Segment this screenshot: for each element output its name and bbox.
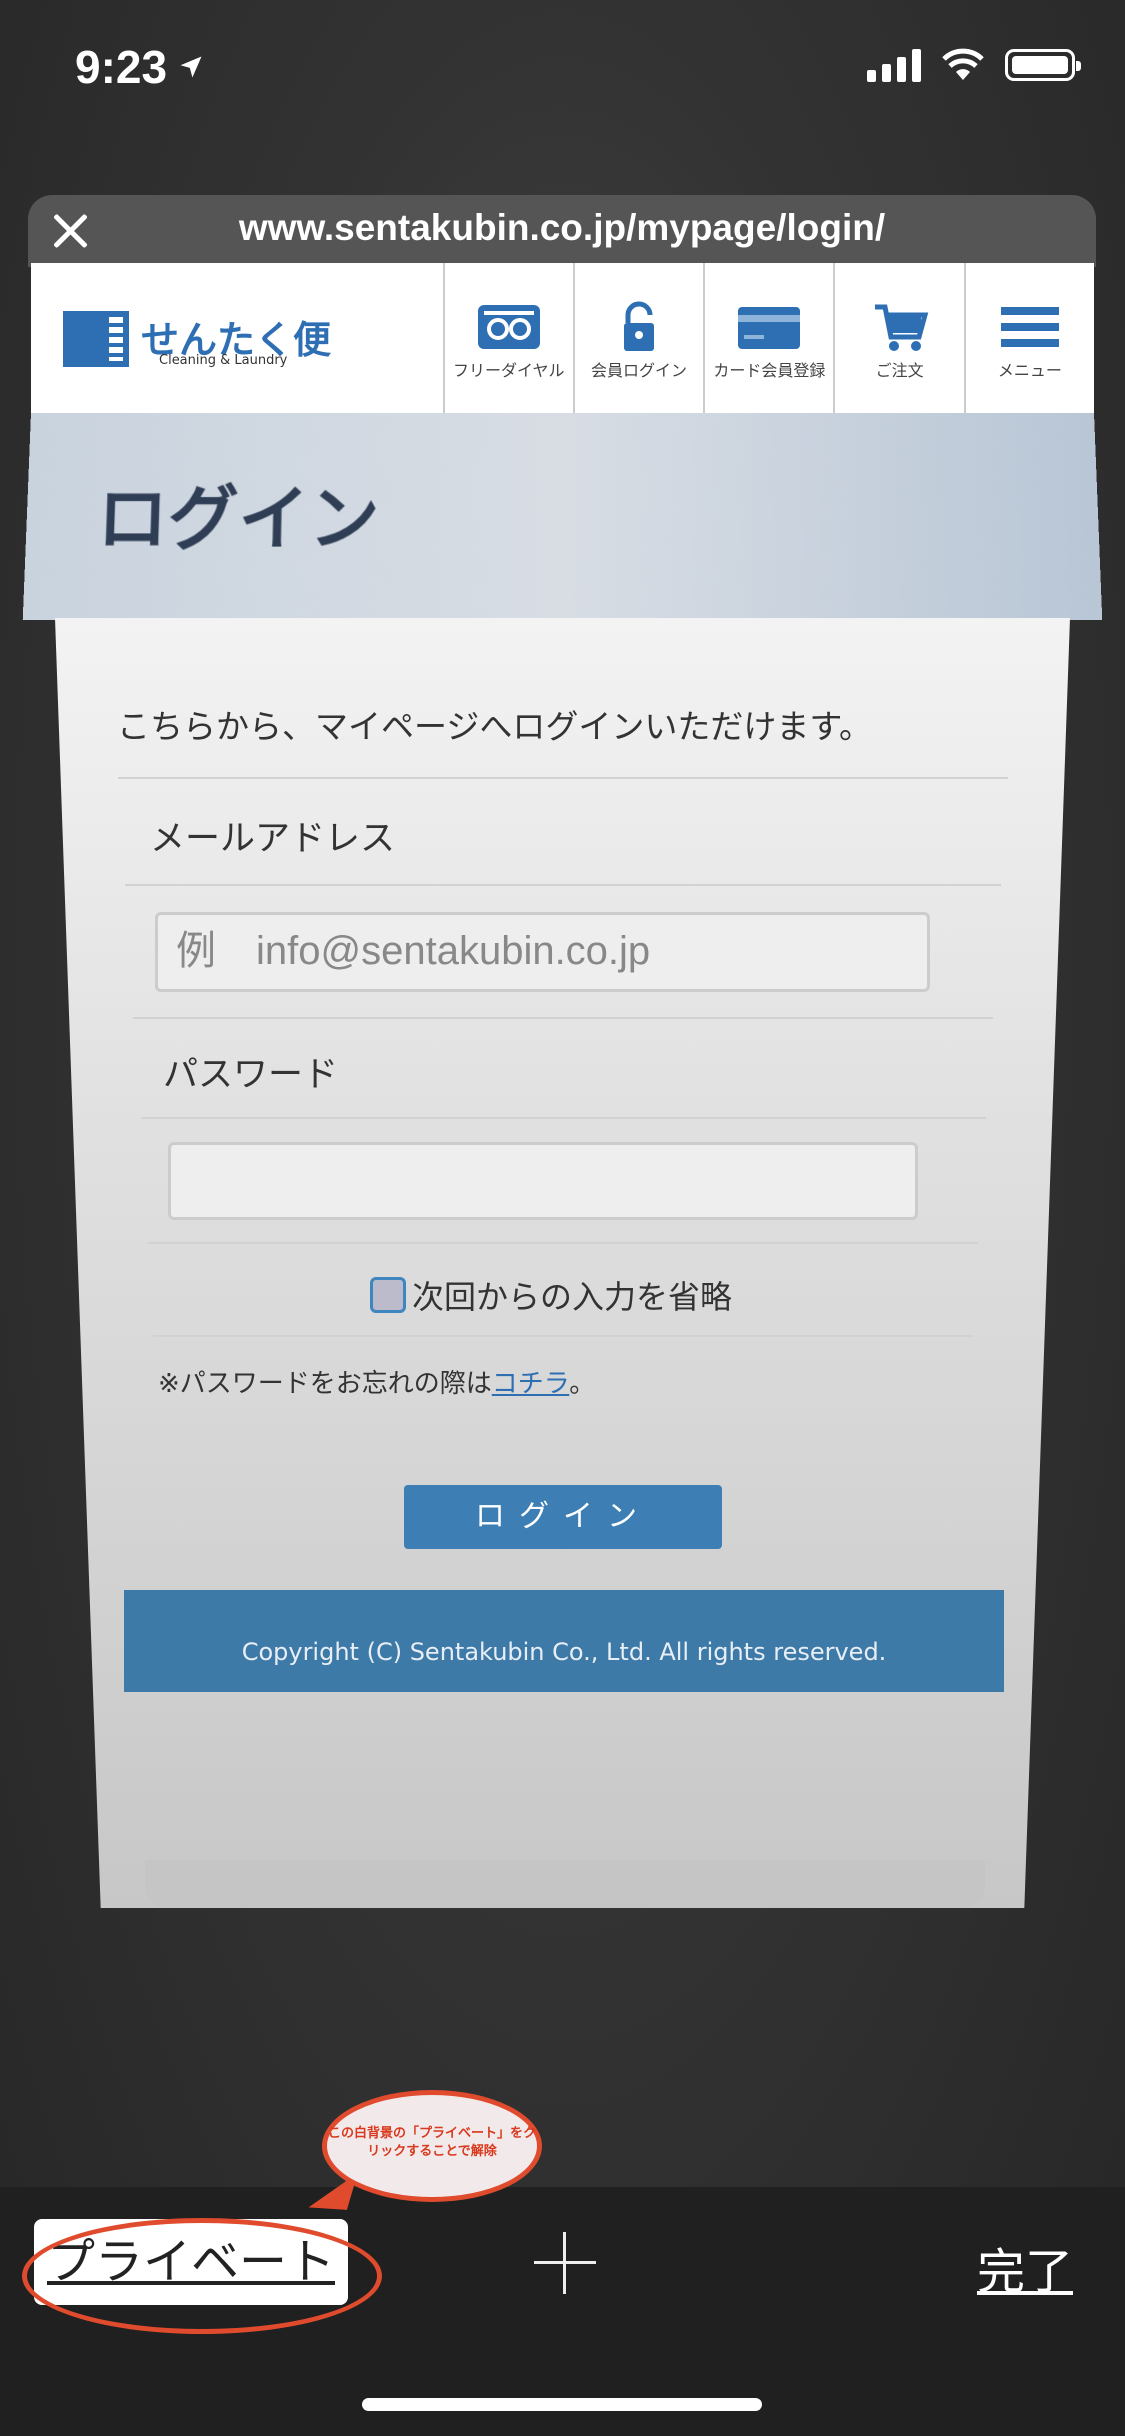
annotation-oval <box>22 2218 382 2334</box>
remember-checkbox[interactable] <box>370 1277 406 1313</box>
battery-icon <box>1005 49 1081 81</box>
remember-row[interactable]: 次回からの入力を省略 <box>370 1272 732 1318</box>
tab-card-titlebar[interactable]: www.sentakubin.co.jp/mypage/login/ <box>28 195 1096 267</box>
lock-icon <box>624 301 655 351</box>
credit-card-icon <box>738 307 801 349</box>
nav-free-dial[interactable]: フリーダイヤル <box>442 263 573 413</box>
forgot-password-text: ※パスワードをお忘れの際はコチラ。 <box>158 1363 595 1400</box>
logo-subtitle: Cleaning & Laundry <box>159 353 288 368</box>
panel-bottom <box>145 1860 985 1908</box>
nav-label: メニュー <box>997 361 1062 380</box>
password-field[interactable] <box>168 1142 918 1220</box>
nav-label: 会員ログイン <box>591 361 688 380</box>
hero-banner: ログイン <box>22 413 1103 621</box>
login-button[interactable]: ログイン <box>404 1485 722 1549</box>
wifi-icon <box>942 48 984 80</box>
divider <box>141 1117 986 1119</box>
divider <box>133 1017 993 1019</box>
nav-order[interactable]: ご注文 <box>833 263 963 413</box>
password-label: パスワード <box>163 1055 339 1095</box>
forgot-prefix: ※パスワードをお忘れの際は <box>158 1369 492 1399</box>
site-logo[interactable]: せんたく便 Cleaning & Laundry <box>31 263 443 413</box>
intro-text: こちらから、マイページへログインいただけます。 <box>117 707 873 746</box>
nav-label: カード会員登録 <box>713 361 826 380</box>
email-label: メールアドレス <box>150 819 396 859</box>
location-arrow-icon <box>180 56 202 78</box>
status-time: 9:23 <box>75 40 205 94</box>
annotation-bubble: この白背景の「プライベート」をクリックすることで解除 <box>322 2090 542 2202</box>
nav-menu[interactable]: メニュー <box>963 263 1094 413</box>
nav-label: フリーダイヤル <box>453 361 565 380</box>
cellular-signal-icon <box>867 48 921 82</box>
nav-card-register[interactable]: カード会員登録 <box>703 263 833 413</box>
time-text: 9:23 <box>75 41 168 93</box>
nav-member-login[interactable]: 会員ログイン <box>572 263 703 413</box>
email-field[interactable]: 例 info@sentakubin.co.jp <box>155 912 930 992</box>
home-indicator[interactable] <box>362 2398 762 2411</box>
done-button[interactable]: 完了 <box>977 2232 1073 2302</box>
divider <box>148 1242 978 1244</box>
site-footer: Copyright (C) Sentakubin Co., Ltd. All r… <box>124 1590 1004 1692</box>
divider <box>118 777 1008 779</box>
forgot-password-link[interactable]: コチラ <box>492 1369 569 1399</box>
logo-shirt-icon <box>63 311 129 367</box>
nav-label: ご注文 <box>875 361 924 380</box>
free-dial-icon <box>477 305 540 349</box>
divider <box>153 1335 973 1337</box>
copyright-text: Copyright (C) Sentakubin Co., Ltd. All r… <box>241 1638 887 1666</box>
divider <box>125 884 1001 886</box>
tab-url: www.sentakubin.co.jp/mypage/login/ <box>238 207 886 248</box>
status-bar: 9:23 <box>0 0 1125 140</box>
remember-label: 次回からの入力を省略 <box>412 1278 733 1316</box>
cart-icon <box>874 304 928 351</box>
page-title: ログイン <box>95 477 381 561</box>
plus-icon[interactable] <box>534 2232 596 2294</box>
forgot-suffix: 。 <box>569 1369 596 1399</box>
site-header: せんたく便 Cleaning & Laundry フリーダイヤル 会員ログイン … <box>31 263 1094 413</box>
hamburger-menu-icon <box>1000 307 1059 347</box>
